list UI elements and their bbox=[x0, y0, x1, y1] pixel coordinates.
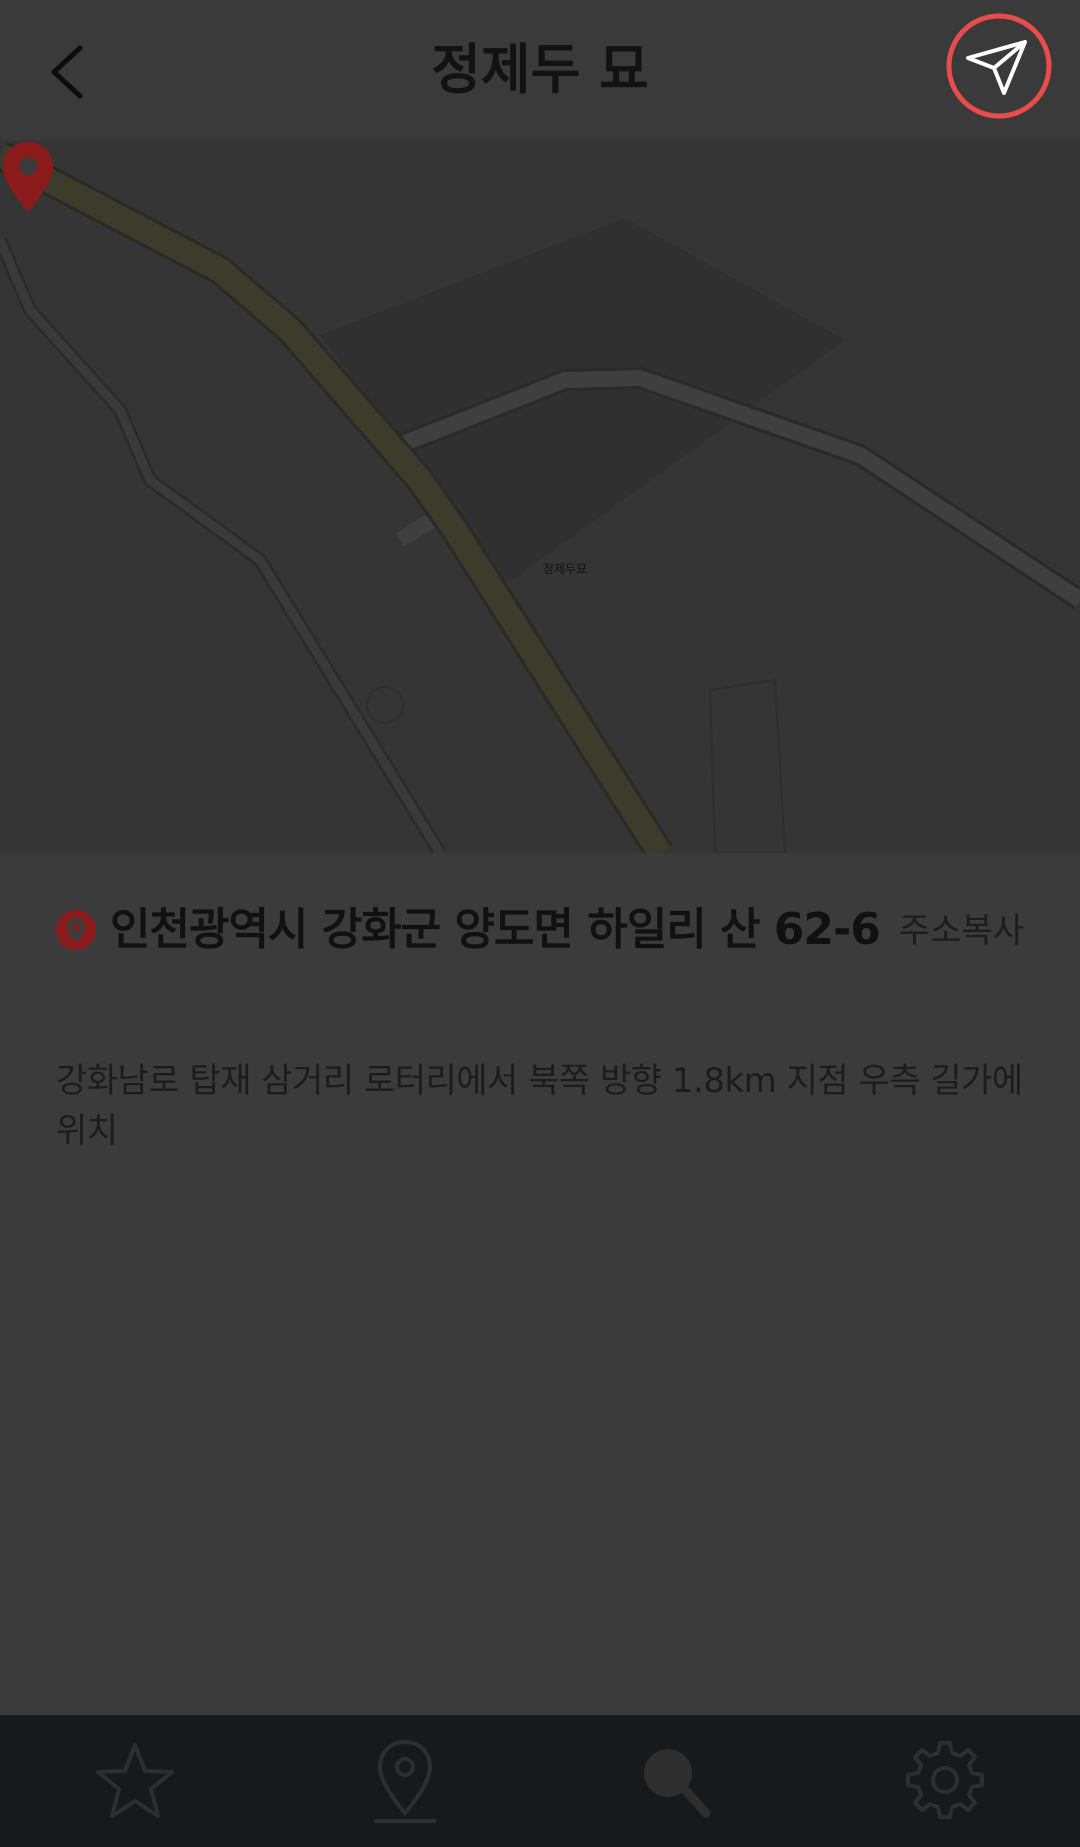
map-view[interactable]: 정제두묘 bbox=[0, 140, 1080, 853]
settings-tab[interactable] bbox=[900, 1735, 990, 1825]
navigate-button[interactable] bbox=[942, 8, 1058, 124]
navigation-arrow-icon bbox=[946, 13, 1052, 119]
map-roads bbox=[0, 141, 1080, 853]
bottom-navigation bbox=[0, 1715, 1080, 1847]
gear-icon bbox=[906, 1741, 984, 1819]
address-text: 인천광역시 강화군 양도면 하일리 산 62-6 bbox=[110, 904, 881, 955]
search-icon bbox=[644, 1749, 711, 1818]
location-marker-icon[interactable] bbox=[0, 140, 56, 216]
location-description: 강화남로 탑재 삼거리 로터리에서 북쪽 방향 1.8km 지점 우측 길가에 … bbox=[56, 1061, 1023, 1151]
page-title: 정제두 묘 bbox=[431, 38, 649, 101]
marker-label: 정제두묘 bbox=[542, 562, 588, 576]
map-pin-icon bbox=[374, 1739, 436, 1823]
address-row: 인천광역시 강화군 양도면 하일리 산 62-6 주소복사 bbox=[0, 880, 1080, 980]
favorites-tab[interactable] bbox=[90, 1735, 180, 1825]
copy-address-button[interactable]: 주소복사 bbox=[899, 906, 1024, 956]
search-tab[interactable] bbox=[630, 1735, 720, 1825]
location-pin-icon bbox=[56, 910, 96, 950]
map-tab[interactable] bbox=[360, 1735, 450, 1825]
star-icon bbox=[96, 1743, 174, 1818]
top-bar: 정제두 묘 bbox=[0, 0, 1080, 140]
